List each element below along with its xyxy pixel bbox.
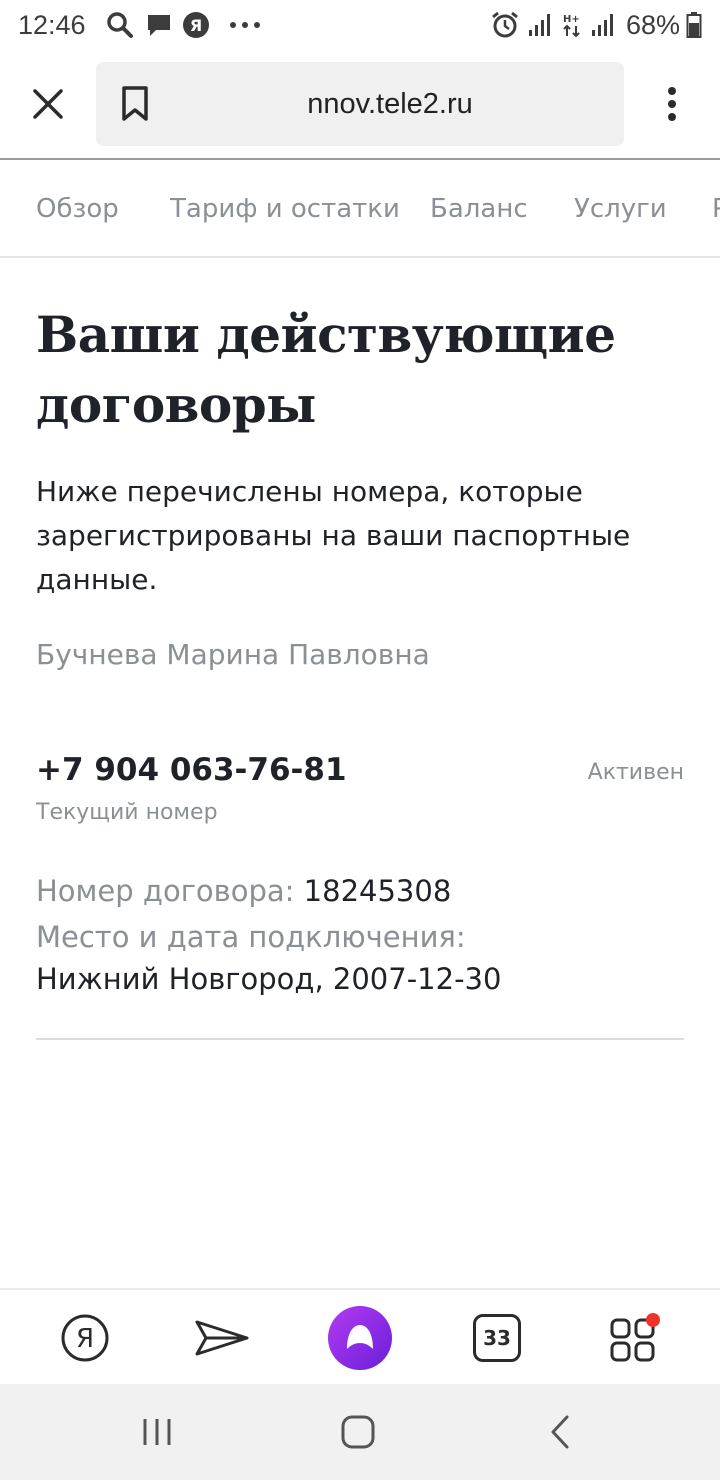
back-button[interactable] [510, 1384, 610, 1480]
current-number-label: Текущий номер [36, 800, 218, 825]
share-button[interactable] [174, 1290, 270, 1386]
tab-next[interactable]: Р [712, 162, 720, 256]
notification-dot [646, 1313, 660, 1327]
home-icon [341, 1415, 375, 1449]
yandex-logo-icon: Я [61, 1314, 109, 1362]
kebab-menu-icon [668, 87, 676, 121]
page-description: Ниже перечислены номера, которые зарегис… [36, 475, 631, 596]
tabs-counter-icon: 33 [473, 1314, 521, 1362]
alice-button[interactable] [312, 1290, 408, 1386]
svg-text:Я: Я [76, 1324, 94, 1354]
tab-overview[interactable]: Обзор [36, 162, 119, 256]
url-text[interactable]: nnov.tele2.ru [166, 62, 614, 146]
contract-number-value: 18245308 [303, 874, 452, 908]
more-icon [228, 0, 262, 50]
search-icon [106, 0, 134, 50]
address-bar[interactable]: nnov.tele2.ru [96, 62, 624, 146]
recents-icon [143, 1419, 171, 1445]
yandex-button[interactable]: Я [37, 1290, 133, 1386]
owner-name: Бучнева Марина Павловна [36, 638, 430, 671]
phone-number: +7 904 063-76-81 [36, 752, 347, 788]
home-button[interactable] [308, 1384, 408, 1480]
close-button[interactable] [20, 76, 76, 132]
alice-icon [328, 1306, 392, 1370]
yandex-icon: Я [182, 0, 210, 50]
connection-place-value: Нижний Новгород, 2007-12-30 [36, 962, 502, 996]
paper-plane-icon [195, 1320, 249, 1356]
signal-icon [591, 0, 615, 50]
alarm-icon [490, 0, 520, 50]
network-hplus-icon: H+ [561, 0, 583, 50]
battery-icon [686, 0, 702, 50]
connection-place-label: Место и дата подключения: [36, 920, 466, 954]
recents-button[interactable] [107, 1384, 207, 1480]
battery-percent: 68% [625, 9, 680, 40]
close-icon [33, 89, 63, 119]
status-time: 12:46 [18, 9, 86, 40]
bookmark-icon [122, 86, 148, 121]
tabs-button[interactable]: 33 [449, 1290, 545, 1386]
tabs-count: 33 [483, 1326, 511, 1350]
tab-services[interactable]: Услуги [574, 162, 667, 256]
browser-bottom-bar: Я 33 [0, 1288, 720, 1384]
browser-toolbar: nnov.tele2.ru [0, 50, 720, 160]
svg-text:H+: H+ [563, 14, 580, 25]
tab-balance[interactable]: Баланс [430, 162, 528, 256]
grid-icon [610, 1313, 660, 1362]
page-title: Ваши действующие договоры [36, 305, 616, 434]
bookmark-button[interactable] [110, 78, 160, 130]
menu-button[interactable] [648, 76, 696, 132]
status-badge: Активен [587, 760, 684, 785]
back-icon [551, 1415, 569, 1449]
system-navigation-bar [0, 1384, 720, 1480]
contract-number-row: Номер договора: 18245308 [36, 868, 451, 914]
tab-tariff[interactable]: Тариф и остатки [170, 162, 400, 256]
svg-text:Я: Я [190, 16, 202, 35]
status-bar: 12:46 Я H+ 68% [0, 0, 720, 50]
services-button[interactable] [587, 1290, 683, 1386]
section-tabs: Обзор Тариф и остатки Баланс Услуги Р [0, 162, 720, 258]
contract-number-label: Номер договора: [36, 874, 295, 908]
divider [36, 1038, 684, 1040]
chat-icon [145, 0, 173, 50]
signal-icon [528, 0, 552, 50]
